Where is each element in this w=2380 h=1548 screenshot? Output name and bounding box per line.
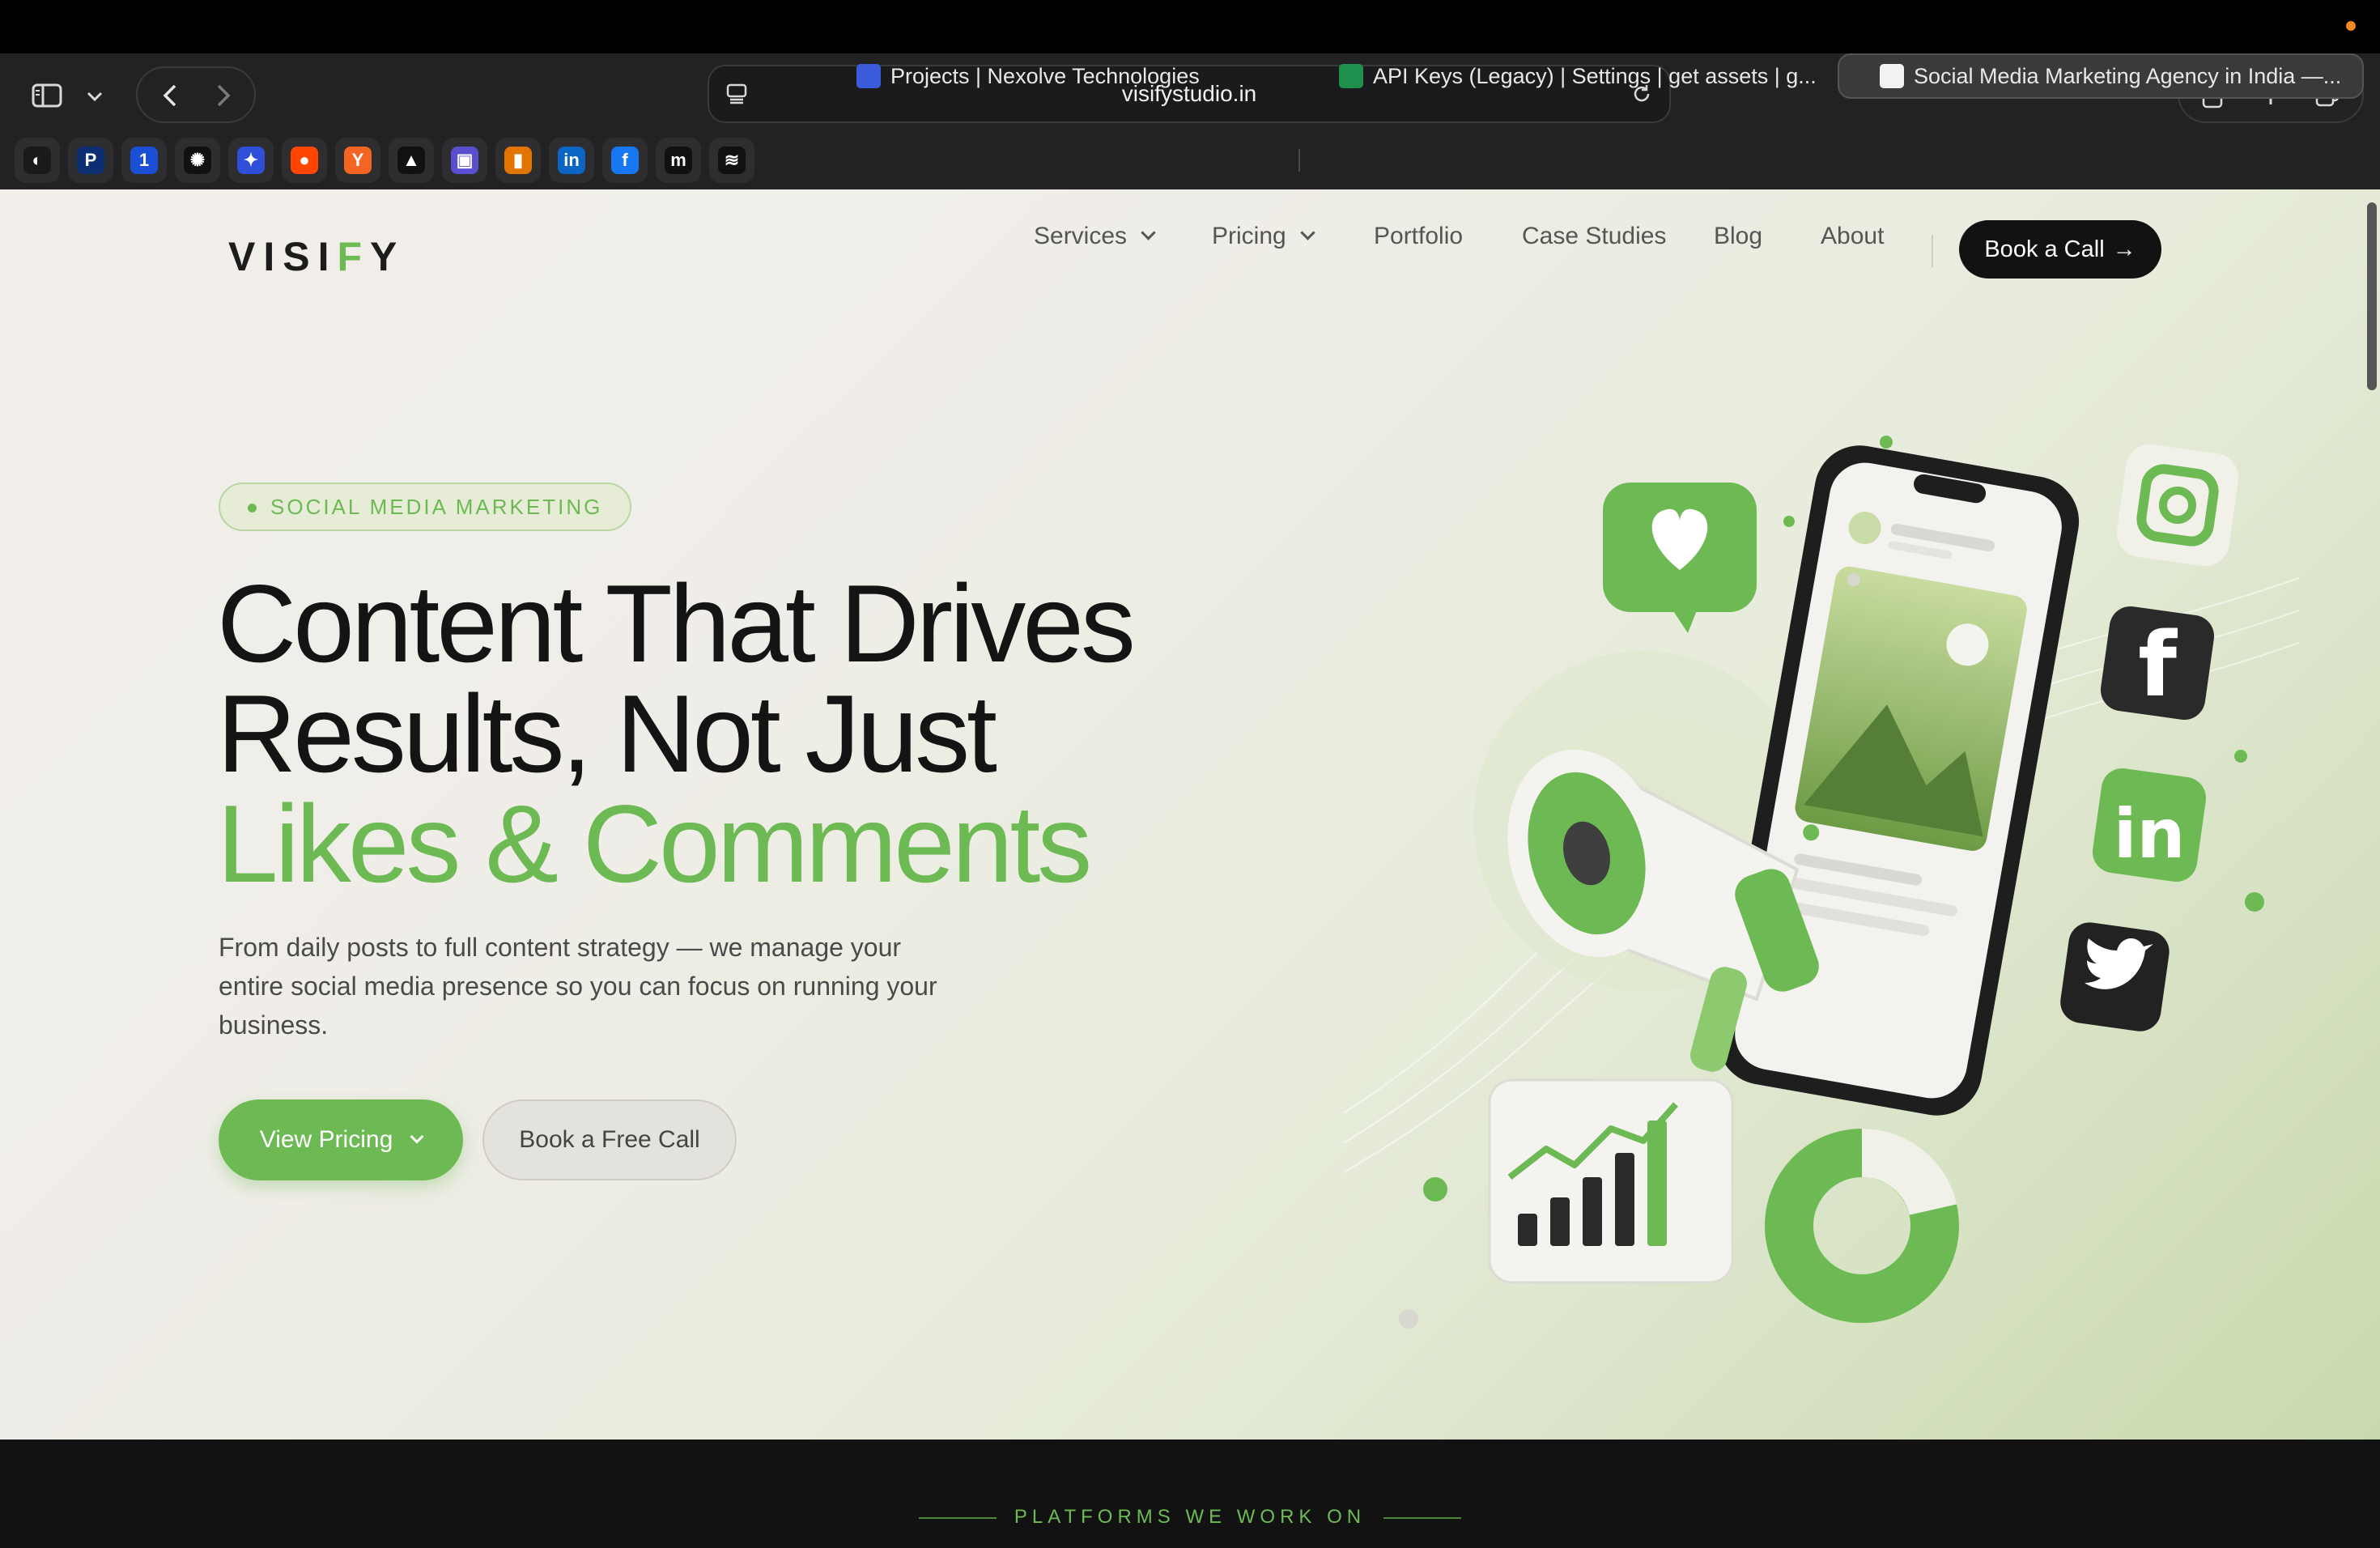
nav-services-label: Services bbox=[1034, 223, 1128, 249]
ycombinator-icon-glyph: Y bbox=[344, 147, 372, 174]
one-icon[interactable]: 1 bbox=[121, 138, 167, 183]
chevron-down-icon bbox=[1141, 224, 1156, 240]
heart-bubble-icon bbox=[1603, 483, 1757, 633]
tab-group-chevron-down-icon[interactable] bbox=[81, 83, 108, 110]
view-pricing-button[interactable]: View Pricing bbox=[219, 1099, 463, 1180]
book-a-call-button[interactable]: Book a Call → bbox=[1959, 220, 2161, 279]
menu-bar bbox=[0, 0, 2380, 53]
gemini-icon[interactable]: ✦ bbox=[228, 138, 274, 183]
triangle-app-icon[interactable]: ▲ bbox=[389, 138, 434, 183]
twitter-icon bbox=[2060, 922, 2170, 1031]
hero-title-line-1: Content That Drives bbox=[217, 562, 1136, 685]
facebook-icon-glyph: f bbox=[611, 147, 639, 174]
hero-title-line-2: Results, Not Just bbox=[217, 672, 997, 795]
ycombinator-icon[interactable]: Y bbox=[335, 138, 380, 183]
api-favicon-icon bbox=[1339, 64, 1363, 88]
donut-chart-graphic bbox=[1765, 1128, 1959, 1323]
nexolve-favicon-icon bbox=[856, 64, 881, 88]
back-arrow-icon[interactable] bbox=[152, 78, 188, 113]
gemini-icon-glyph: ✦ bbox=[237, 147, 265, 174]
category-badge: SOCIAL MEDIA MARKETING bbox=[219, 483, 632, 531]
hero-title: Content That Drives Results, Not Just Li… bbox=[217, 562, 1136, 905]
platforms-heading: PLATFORMS WE WORK ON bbox=[0, 1506, 2380, 1529]
linkedin-icon-glyph: in bbox=[558, 147, 585, 174]
medium-icon[interactable]: m bbox=[656, 138, 701, 183]
lime-app-icon[interactable]: ◐ bbox=[15, 138, 60, 183]
svg-text:f: f bbox=[2138, 613, 2178, 717]
nav-pricing-label: Pricing bbox=[1212, 223, 1286, 249]
reddit-icon-glyph: ● bbox=[291, 147, 318, 174]
view-pricing-label: View Pricing bbox=[259, 1126, 393, 1153]
layers-app-icon[interactable]: ≋ bbox=[709, 138, 754, 183]
chevron-down-icon bbox=[410, 1129, 424, 1144]
badge-label: SOCIAL MEDIA MARKETING bbox=[270, 495, 603, 519]
arrow-right-icon: → bbox=[2112, 236, 2136, 262]
forward-arrow-icon[interactable] bbox=[206, 78, 241, 113]
nav-divider bbox=[1932, 235, 1933, 267]
paypal-icon[interactable]: P bbox=[68, 138, 113, 183]
tab-visify-active[interactable]: Social Media Marketing Agency in India —… bbox=[1838, 53, 2364, 99]
analytics-icon-glyph: ▮ bbox=[504, 147, 532, 174]
openai-icon[interactable]: ✺ bbox=[175, 138, 220, 183]
hero-illustration: f in bbox=[1344, 436, 2299, 1329]
platforms-section: PLATFORMS WE WORK ON bbox=[0, 1440, 2380, 1548]
cta-label: Book a Call bbox=[1984, 236, 2105, 262]
chevron-down-icon bbox=[1300, 224, 1315, 240]
scrollbar-thumb[interactable] bbox=[2367, 202, 2377, 390]
openai-icon-glyph: ✺ bbox=[184, 147, 211, 174]
linkedin-icon[interactable]: in bbox=[549, 138, 594, 183]
nav-pricing[interactable]: Pricing bbox=[1212, 223, 1315, 250]
nav-blog[interactable]: Blog bbox=[1714, 223, 1762, 250]
analytics-icon[interactable]: ▮ bbox=[495, 138, 541, 183]
one-icon-glyph: 1 bbox=[130, 147, 158, 174]
save-app-icon-glyph: ▣ bbox=[451, 147, 478, 174]
svg-text:in: in bbox=[2114, 794, 2186, 874]
nav-services[interactable]: Services bbox=[1034, 223, 1156, 250]
tab-projects-nexolve[interactable]: Projects | Nexolve Technologies bbox=[856, 53, 1245, 99]
linkedin-icon: in bbox=[2092, 768, 2207, 882]
medium-icon-glyph: m bbox=[665, 147, 692, 174]
instagram-icon bbox=[2116, 444, 2239, 567]
hero-title-line-3: Likes & Comments bbox=[217, 782, 1092, 905]
hero-subtitle: From daily posts to full content strateg… bbox=[219, 933, 937, 1040]
facebook-icon[interactable]: f bbox=[602, 138, 648, 183]
smartphone-graphic bbox=[1717, 445, 2080, 1116]
recording-indicator-icon bbox=[2346, 21, 2356, 31]
tab-title: API Keys (Legacy) | Settings | get asset… bbox=[1373, 63, 1817, 88]
visify-favicon-icon bbox=[1880, 64, 1904, 88]
nav-portfolio[interactable]: Portfolio bbox=[1374, 223, 1463, 250]
navigation-buttons bbox=[136, 66, 256, 123]
save-app-icon[interactable]: ▣ bbox=[442, 138, 487, 183]
pinned-favorites: ◐ P 1 ✺ ✦ ● Y ▲ ▣ ▮ in f m ≋ bbox=[15, 138, 754, 183]
book-free-call-button[interactable]: Book a Free Call bbox=[482, 1099, 737, 1180]
logo-accent-letter: F bbox=[337, 234, 371, 279]
triangle-app-icon-glyph: ▲ bbox=[397, 147, 425, 174]
tab-separator bbox=[1298, 149, 1300, 172]
layers-app-icon-glyph: ≋ bbox=[718, 147, 746, 174]
tab-api-keys[interactable]: API Keys (Legacy) | Settings | get asset… bbox=[1339, 53, 1825, 99]
web-page: VISIFY Services Pricing Portfolio Case S… bbox=[0, 189, 2380, 1440]
growth-chart-card bbox=[1488, 1078, 1734, 1284]
platforms-heading-label: PLATFORMS WE WORK ON bbox=[1014, 1506, 1366, 1528]
reddit-icon[interactable]: ● bbox=[282, 138, 327, 183]
heading-rule-left bbox=[918, 1516, 997, 1519]
browser-toolbar: visifystudio.in ◐ P 1 ✺ ✦ ● Y ▲ ▣ ▮ in f m ≋ Projects… bbox=[0, 53, 2380, 189]
visify-logo[interactable]: VISIFY bbox=[228, 233, 405, 280]
tab-title: Projects | Nexolve Technologies bbox=[890, 63, 1200, 88]
paypal-icon-glyph: P bbox=[77, 147, 104, 174]
lime-app-icon-glyph: ◐ bbox=[23, 147, 51, 174]
logo-text: VISI bbox=[228, 234, 338, 279]
facebook-icon: f bbox=[2100, 606, 2215, 721]
nav-about[interactable]: About bbox=[1821, 223, 1884, 250]
heading-rule-right bbox=[1383, 1516, 1462, 1519]
nav-case-studies[interactable]: Case Studies bbox=[1522, 223, 1666, 250]
badge-dot-icon bbox=[248, 504, 257, 512]
sidebar-toggle-icon[interactable] bbox=[29, 78, 65, 113]
tab-title: Social Media Marketing Agency in India —… bbox=[1914, 63, 2342, 88]
logo-text-end: Y bbox=[370, 234, 406, 279]
